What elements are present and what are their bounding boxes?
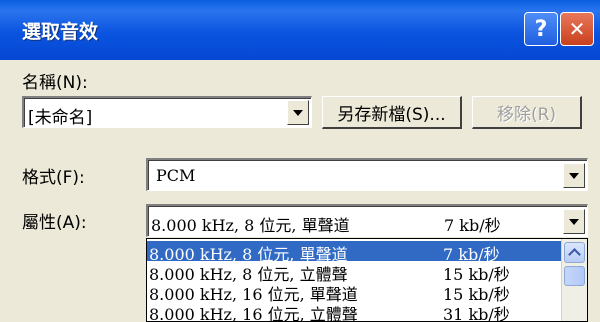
list-item[interactable]: 8.000 kHz, 16 位元, 單聲道 15 kb/秒 [147,281,561,304]
help-button[interactable]: ? [524,12,558,46]
chevron-down-icon [569,218,579,225]
attributes-dropdown-list[interactable]: 8.000 kHz, 8 位元, 單聲道 7 kb/秒 8.000 kHz, 8… [146,238,588,322]
list-item-rate: 31 kb/秒 [443,305,510,322]
attributes-combo[interactable]: 8.000 kHz, 8 位元, 單聲道 7 kb/秒 [146,204,588,237]
list-item[interactable]: 8.000 kHz, 16 位元, 立體聲 31 kb/秒 [147,301,561,321]
scroll-thumb[interactable] [564,266,585,286]
list-item-format: 8.000 kHz, 16 位元, 立體聲 [149,305,358,322]
attributes-selected-format: 8.000 kHz, 8 位元, 單聲道 [151,216,350,235]
list-item[interactable]: 8.000 kHz, 8 位元, 立體聲 15 kb/秒 [147,261,561,284]
window-title: 選取音效 [22,21,99,43]
list-scrollbar[interactable] [561,239,587,321]
name-dropdown-button[interactable] [287,100,309,125]
format-dropdown-button[interactable] [563,163,585,188]
format-value: PCM [156,166,196,185]
scroll-up-button[interactable] [564,242,585,263]
attributes-label: 屬性(A): [22,213,87,233]
title-bar[interactable]: 選取音效 ? ✕ [0,0,600,60]
help-icon: ? [534,16,548,42]
chevron-down-icon [569,172,579,179]
close-button[interactable]: ✕ [560,12,594,46]
name-label: 名稱(N): [22,73,88,93]
chevron-up-icon [568,248,581,261]
name-combo[interactable]: [未命名] [22,96,312,128]
name-value: [未命名] [28,108,93,128]
format-label: 格式(F): [22,168,85,188]
close-icon: ✕ [568,17,586,41]
attributes-selected-rate: 7 kb/秒 [444,216,501,235]
remove-button[interactable]: 移除(R) [472,96,582,129]
list-item[interactable]: 8.000 kHz, 8 位元, 單聲道 7 kb/秒 [147,241,561,264]
format-combo[interactable]: PCM [146,158,588,191]
save-as-button[interactable]: 另存新檔(S)... [322,96,462,129]
chevron-down-icon [293,109,303,116]
attributes-dropdown-button[interactable] [563,209,585,234]
